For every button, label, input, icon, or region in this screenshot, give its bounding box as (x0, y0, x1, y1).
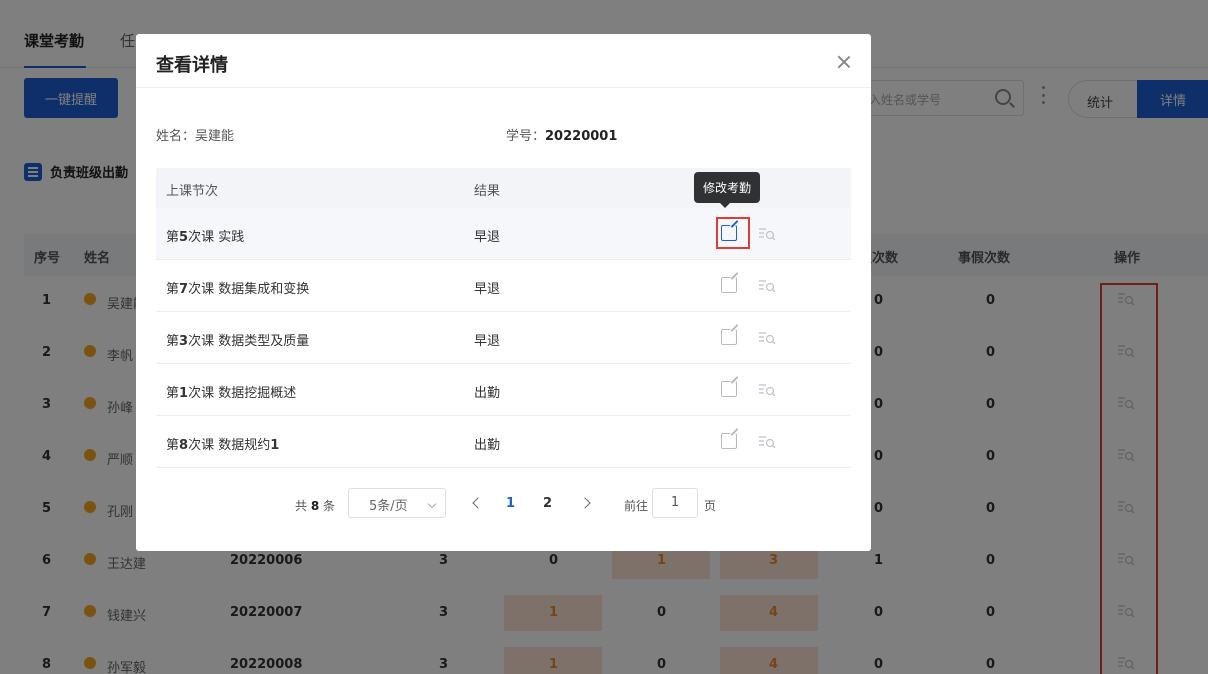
modal-table-row: 第5次课 实践 早退 (156, 208, 851, 260)
page-suffix: 页 (704, 499, 717, 513)
session-label: 第7次课 数据集成和变换 (166, 282, 310, 297)
page-size-select[interactable]: 5条/页 (348, 488, 446, 518)
edit-attendance-icon[interactable] (721, 381, 737, 397)
modal-table-row: 第3次课 数据类型及质量 早退 (156, 312, 851, 364)
total-count: 共 8 条 (295, 499, 336, 513)
result-label: 早退 (474, 282, 501, 297)
session-label: 第8次课 数据规约1 (166, 438, 280, 453)
page-1[interactable]: 1 (506, 496, 515, 511)
view-detail-icon[interactable] (758, 435, 776, 449)
edit-attendance-icon[interactable] (721, 277, 737, 293)
modal-header: 查看详情 (136, 34, 871, 88)
session-label: 第1次课 数据挖掘概述 (166, 386, 297, 401)
edit-tooltip: 修改考勤 (694, 172, 761, 208)
session-label: 第3次课 数据类型及质量 (166, 334, 310, 349)
session-label: 第5次课 实践 (166, 230, 245, 245)
edit-attendance-icon[interactable] (721, 433, 737, 449)
page-2[interactable]: 2 (543, 496, 552, 511)
header-result: 结果 (474, 184, 501, 199)
goto-page-input[interactable]: 1 (652, 488, 698, 518)
result-label: 早退 (474, 230, 501, 245)
name-label: 姓名： (156, 129, 196, 144)
id-value: 20220001 (545, 129, 618, 144)
view-detail-icon[interactable] (758, 383, 776, 397)
view-detail-icon[interactable] (758, 279, 776, 293)
modal-table-row: 第1次课 数据挖掘概述 出勤 (156, 364, 851, 416)
view-detail-icon[interactable] (758, 227, 776, 241)
result-label: 早退 (474, 334, 501, 349)
pagination: 共 8 条 5条/页 1 2 前往 1 页 (136, 488, 871, 520)
name-value: 吴建能 (195, 129, 235, 144)
chevron-down-icon (427, 499, 437, 509)
modal-title: 查看详情 (156, 55, 228, 76)
id-label: 学号： (506, 129, 546, 144)
goto-label: 前往 (624, 499, 649, 513)
prev-page-icon[interactable] (472, 497, 484, 509)
attendance-page: 课堂考勤 任 一键提醒 入姓名或学号 统计 详情 负责班级出勤 序号 姓名 病假… (0, 0, 1208, 674)
next-page-icon[interactable] (579, 497, 591, 509)
result-label: 出勤 (474, 386, 501, 401)
modal-table-row: 第8次课 数据规约1 出勤 (156, 416, 851, 468)
student-id: 学号：20220001 (506, 125, 617, 144)
view-detail-icon[interactable] (758, 331, 776, 345)
detail-modal: 查看详情 姓名：吴建能 学号：20220001 上课节次 结果 第5次课 实践早… (136, 34, 871, 551)
header-session: 上课节次 (166, 184, 219, 199)
edit-icon-highlight (716, 217, 750, 249)
edit-attendance-icon[interactable] (721, 329, 737, 345)
result-label: 出勤 (474, 438, 501, 453)
modal-table-row: 第7次课 数据集成和变换 早退 (156, 260, 851, 312)
close-icon[interactable] (837, 55, 851, 69)
student-name: 姓名：吴建能 (156, 125, 234, 144)
